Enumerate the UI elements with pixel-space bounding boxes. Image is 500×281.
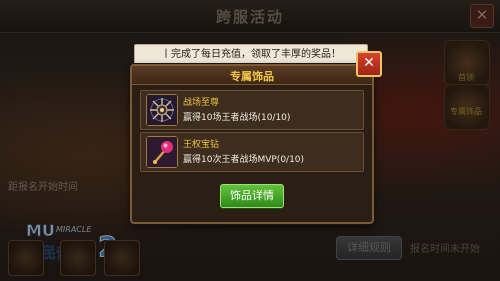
accessory-item: 王权宝钻 赢得10次王者战场MVP(0/10) (140, 132, 364, 172)
accessory-desc: 赢得10场王者战场(10/10) (183, 113, 291, 123)
accessory-details-button[interactable]: 饰品详情 (220, 184, 284, 208)
popup-close-button[interactable]: ✕ (356, 51, 382, 77)
achievement-notice: 丨完成了每日充值，领取了丰厚的奖品！ (134, 44, 368, 66)
accessory-item: 战场至尊 赢得10场王者战场(10/10) (140, 90, 364, 130)
accessory-name: 战场至尊 (183, 98, 220, 108)
accessory-desc: 赢得10次王者战场MVP(0/10) (183, 155, 305, 165)
popup-title: 专属饰品 (230, 70, 274, 83)
spiked-mace-icon (146, 94, 178, 126)
exclusive-accessory-popup: 专属饰品 战场至尊 赢得10场王者战场(10/10) 王权宝钻 赢得10次王者战… (130, 64, 374, 224)
accessory-name: 王权宝钻 (183, 140, 220, 150)
jeweled-scepter-icon (146, 136, 178, 168)
popup-header: 专属饰品 (132, 66, 372, 85)
